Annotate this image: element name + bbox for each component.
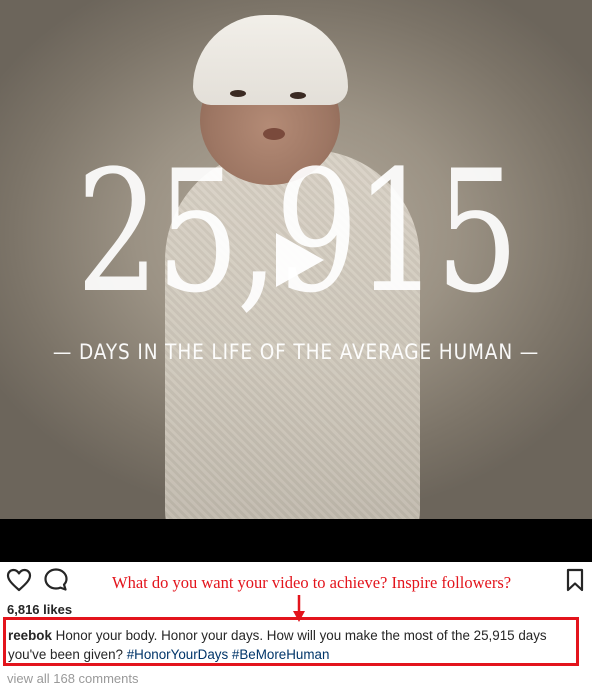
likes-count[interactable]: 6,816 likes xyxy=(7,602,72,617)
post-caption: reebok Honor your body. Honor your days.… xyxy=(8,626,578,664)
heart-icon[interactable] xyxy=(5,566,33,594)
comment-bubble-icon[interactable] xyxy=(42,566,70,594)
view-all-comments-link[interactable]: view all 168 comments xyxy=(7,671,139,686)
video-frame: 25,915 — DAYS IN THE LIFE OF THE AVERAGE… xyxy=(0,0,592,519)
caption-username[interactable]: reebok xyxy=(8,628,52,643)
baby-eye-image xyxy=(230,90,246,97)
bookmark-icon[interactable] xyxy=(561,566,589,594)
instagram-post: 25,915 — DAYS IN THE LIFE OF THE AVERAGE… xyxy=(0,0,592,694)
baby-hat-image xyxy=(193,15,348,105)
hashtag-link[interactable]: #HonorYourDays xyxy=(127,647,228,662)
video-overlay-subtitle: — DAYS IN THE LIFE OF THE AVERAGE HUMAN … xyxy=(52,340,540,364)
post-video[interactable]: 25,915 — DAYS IN THE LIFE OF THE AVERAGE… xyxy=(0,0,592,562)
hashtag-link[interactable]: #BeMoreHuman xyxy=(232,647,330,662)
video-letterbox xyxy=(0,519,592,562)
baby-eye-image xyxy=(290,92,306,99)
annotation-question: What do you want your video to achieve? … xyxy=(112,573,512,592)
play-icon[interactable] xyxy=(262,225,332,295)
